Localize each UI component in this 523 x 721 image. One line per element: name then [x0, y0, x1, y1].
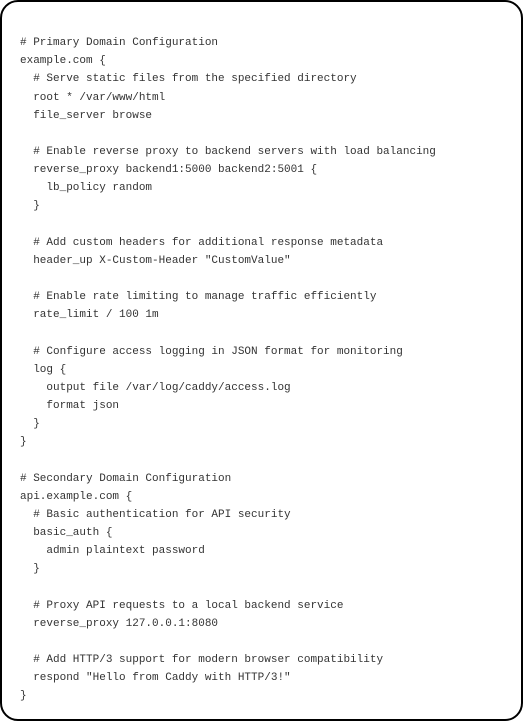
code-line: rate_limit / 100 1m	[20, 306, 503, 324]
code-line: admin plaintext password	[20, 542, 503, 560]
code-line: file_server browse	[20, 107, 503, 125]
code-line: basic_auth {	[20, 524, 503, 542]
code-line: respond "Hello from Caddy with HTTP/3!"	[20, 669, 503, 687]
code-line: example.com {	[20, 52, 503, 70]
code-line: # Configure access logging in JSON forma…	[20, 343, 503, 361]
code-line: # Add HTTP/3 support for modern browser …	[20, 651, 503, 669]
code-line: }	[20, 415, 503, 433]
code-line: header_up X-Custom-Header "CustomValue"	[20, 252, 503, 270]
code-line: reverse_proxy 127.0.0.1:8080	[20, 615, 503, 633]
code-line: # Serve static files from the specified …	[20, 70, 503, 88]
code-line: # Enable rate limiting to manage traffic…	[20, 288, 503, 306]
code-line: }	[20, 687, 503, 705]
code-line: # Proxy API requests to a local backend …	[20, 597, 503, 615]
code-line: reverse_proxy backend1:5000 backend2:500…	[20, 161, 503, 179]
code-line: output file /var/log/caddy/access.log	[20, 379, 503, 397]
code-line: }	[20, 197, 503, 215]
code-line: root * /var/www/html	[20, 89, 503, 107]
code-line	[20, 216, 503, 234]
code-line: lb_policy random	[20, 179, 503, 197]
code-line: # Primary Domain Configuration	[20, 34, 503, 52]
code-line: # Secondary Domain Configuration	[20, 470, 503, 488]
code-line: # Basic authentication for API security	[20, 506, 503, 524]
code-line	[20, 451, 503, 469]
code-line: api.example.com {	[20, 488, 503, 506]
code-line: # Add custom headers for additional resp…	[20, 234, 503, 252]
code-block: # Primary Domain Configurationexample.co…	[0, 0, 523, 721]
code-line: log {	[20, 361, 503, 379]
code-line: # Enable reverse proxy to backend server…	[20, 143, 503, 161]
code-line: format json	[20, 397, 503, 415]
code-line	[20, 633, 503, 651]
code-line	[20, 125, 503, 143]
code-line	[20, 324, 503, 342]
code-line: }	[20, 433, 503, 451]
code-line	[20, 270, 503, 288]
code-line: }	[20, 560, 503, 578]
code-line	[20, 578, 503, 596]
